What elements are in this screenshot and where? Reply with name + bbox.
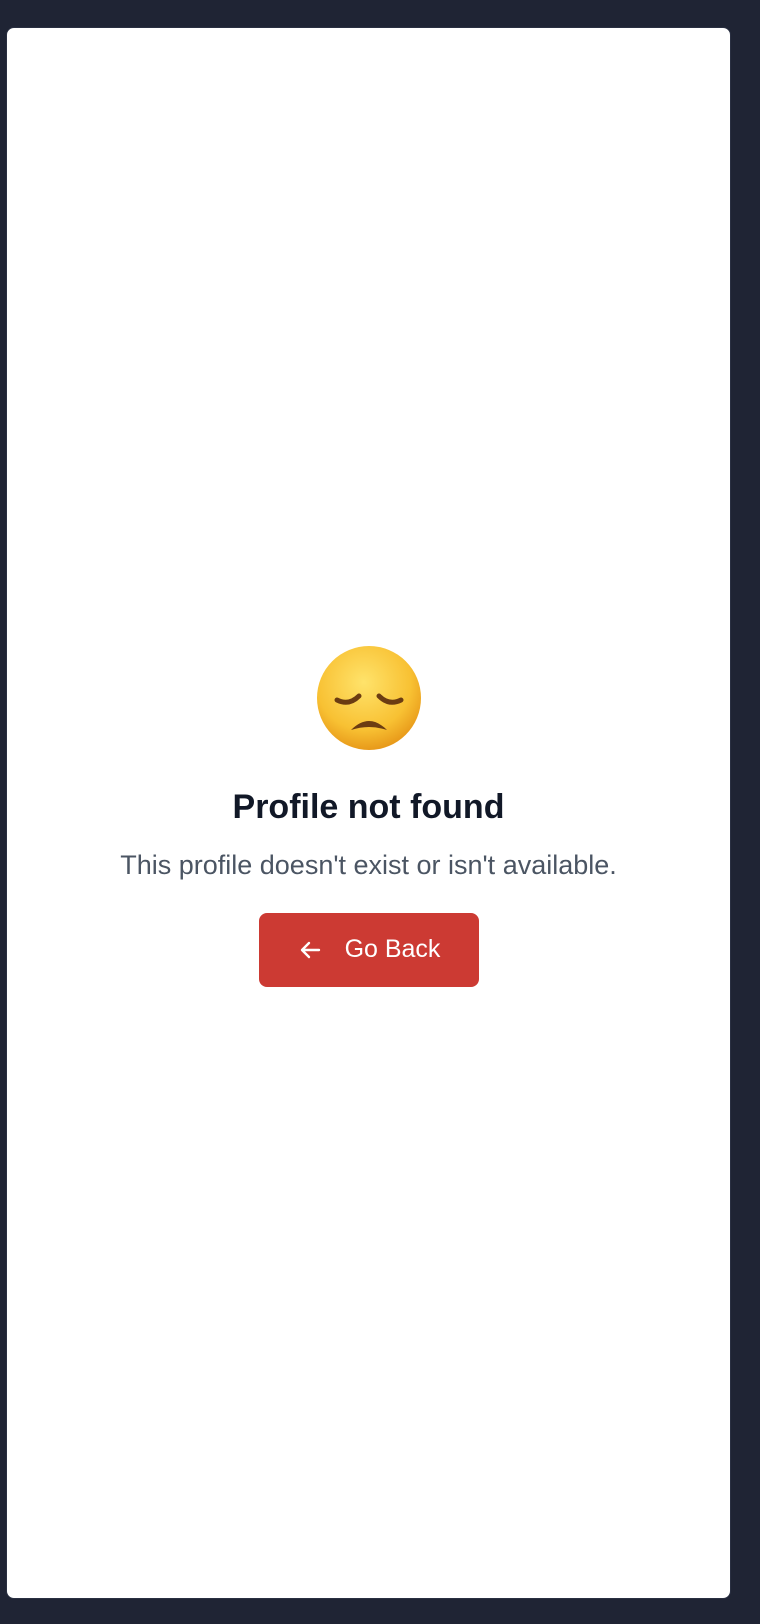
app-frame: Profile not found This profile doesn't e… [6, 27, 731, 1599]
page-title: Profile not found [232, 788, 505, 826]
disappointed-face-icon [314, 643, 424, 753]
go-back-label: Go Back [344, 935, 441, 964]
arrow-left-icon [297, 937, 323, 963]
error-message: This profile doesn't exist or isn't avai… [120, 849, 617, 880]
go-back-button[interactable]: Go Back [258, 912, 479, 987]
empty-state: Profile not found This profile doesn't e… [7, 643, 730, 987]
